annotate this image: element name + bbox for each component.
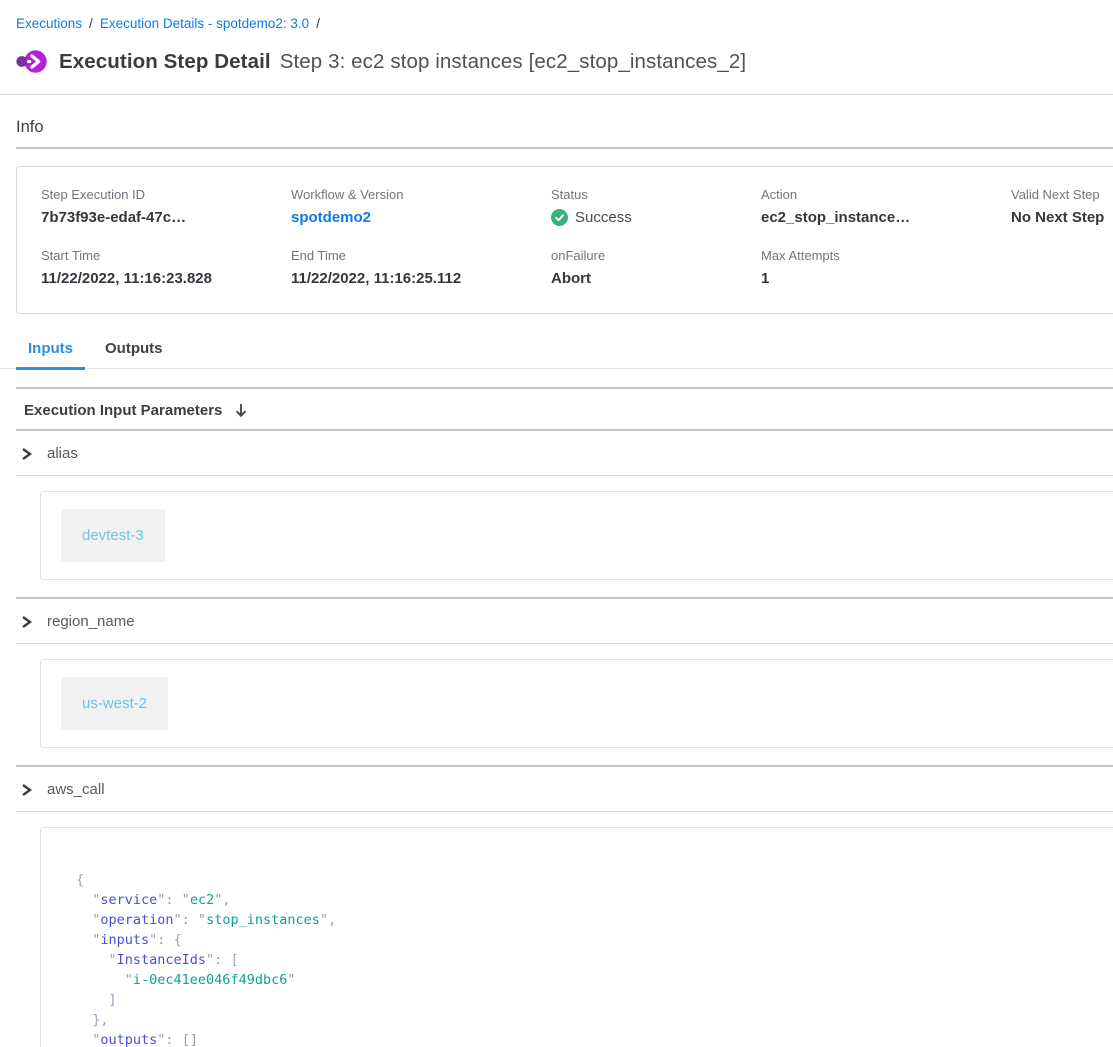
success-check-icon	[551, 209, 568, 226]
field-label: Workflow & Version	[291, 187, 551, 202]
region-name-value-chip: us-west-2	[61, 677, 168, 730]
field-value: No Next Step	[1011, 209, 1113, 226]
alias-value-box: devtest-3	[40, 491, 1113, 580]
chevron-right-icon	[20, 447, 33, 461]
section-name-aws-call: aws_call	[47, 781, 105, 798]
breadcrumb: Executions / Execution Details - spotdem…	[0, 0, 1113, 31]
alias-value-chip: devtest-3	[61, 509, 165, 562]
info-card: Step Execution ID 7b73f93e-edaf-47c… Wor…	[16, 166, 1113, 314]
title-divider	[0, 94, 1113, 95]
section-divider	[16, 475, 1113, 476]
arrow-down-icon[interactable]	[233, 402, 249, 419]
tab-inputs[interactable]: Inputs	[16, 340, 85, 370]
info-divider	[16, 147, 1113, 149]
field-label: Valid Next Step	[1011, 187, 1113, 202]
page-header: Execution Step Detail Step 3: ec2 stop in…	[16, 46, 1113, 77]
field-value: 1	[761, 270, 1011, 287]
field-value: Abort	[551, 270, 761, 287]
execution-input-parameters-label: Execution Input Parameters	[24, 402, 222, 419]
field-start-time: Start Time 11/22/2022, 11:16:23.828	[41, 248, 291, 287]
tab-outputs[interactable]: Outputs	[93, 340, 175, 370]
field-max-attempts: Max Attempts 1	[761, 248, 1011, 287]
execution-input-parameters-header: Execution Input Parameters	[24, 402, 1113, 419]
breadcrumb-separator: /	[316, 16, 320, 31]
section-row-region-name[interactable]: region_name	[0, 599, 1113, 643]
field-onfailure: onFailure Abort	[551, 248, 761, 287]
field-label: Start Time	[41, 248, 291, 263]
status-text: Success	[575, 209, 632, 226]
workflow-link[interactable]: spotdemo2	[291, 209, 371, 226]
field-label: Status	[551, 187, 761, 202]
field-label: onFailure	[551, 248, 761, 263]
chevron-right-icon	[20, 615, 33, 629]
info-section-title: Info	[16, 118, 1113, 137]
tab-bar: Inputs Outputs	[0, 340, 1113, 369]
app-logo-icon	[16, 46, 47, 77]
field-label: Step Execution ID	[41, 187, 291, 202]
section-row-aws-call[interactable]: aws_call	[0, 767, 1113, 811]
field-value: 11/22/2022, 11:16:25.112	[291, 270, 551, 287]
section-divider	[16, 811, 1113, 812]
tabs-divider	[16, 387, 1113, 389]
breadcrumb-separator: /	[89, 16, 93, 31]
field-action: Action ec2_stop_instance…	[761, 187, 1011, 226]
field-label: Max Attempts	[761, 248, 1011, 263]
aws-call-json-box: { "service": "ec2", "operation": "stop_i…	[40, 827, 1113, 1047]
chevron-right-icon	[20, 783, 33, 797]
field-status: Status Success	[551, 187, 761, 226]
page-title-main: Execution Step Detail	[59, 50, 271, 73]
section-name-alias: alias	[47, 445, 78, 462]
field-value: 11/22/2022, 11:16:23.828	[41, 270, 291, 287]
field-end-time: End Time 11/22/2022, 11:16:25.112	[291, 248, 551, 287]
page-title: Execution Step Detail Step 3: ec2 stop in…	[59, 50, 746, 74]
section-row-alias[interactable]: alias	[0, 431, 1113, 475]
section-divider	[16, 643, 1113, 644]
json-code: { "service": "ec2", "operation": "stop_i…	[76, 870, 1113, 1047]
field-valid-next-step: Valid Next Step No Next Step	[1011, 187, 1113, 226]
region-name-value-box: us-west-2	[40, 659, 1113, 748]
field-value: 7b73f93e-edaf-47c…	[41, 209, 291, 226]
section-name-region-name: region_name	[47, 613, 135, 630]
field-step-execution-id: Step Execution ID 7b73f93e-edaf-47c…	[41, 187, 291, 226]
field-value: ec2_stop_instance…	[761, 209, 1011, 226]
breadcrumb-link-execution-details[interactable]: Execution Details - spotdemo2: 3.0	[100, 16, 309, 31]
breadcrumb-link-executions[interactable]: Executions	[16, 16, 82, 31]
field-label: Action	[761, 187, 1011, 202]
field-workflow-version: Workflow & Version spotdemo2	[291, 187, 551, 226]
field-label: End Time	[291, 248, 551, 263]
page-title-subtitle: Step 3: ec2 stop instances [ec2_stop_ins…	[280, 50, 746, 73]
